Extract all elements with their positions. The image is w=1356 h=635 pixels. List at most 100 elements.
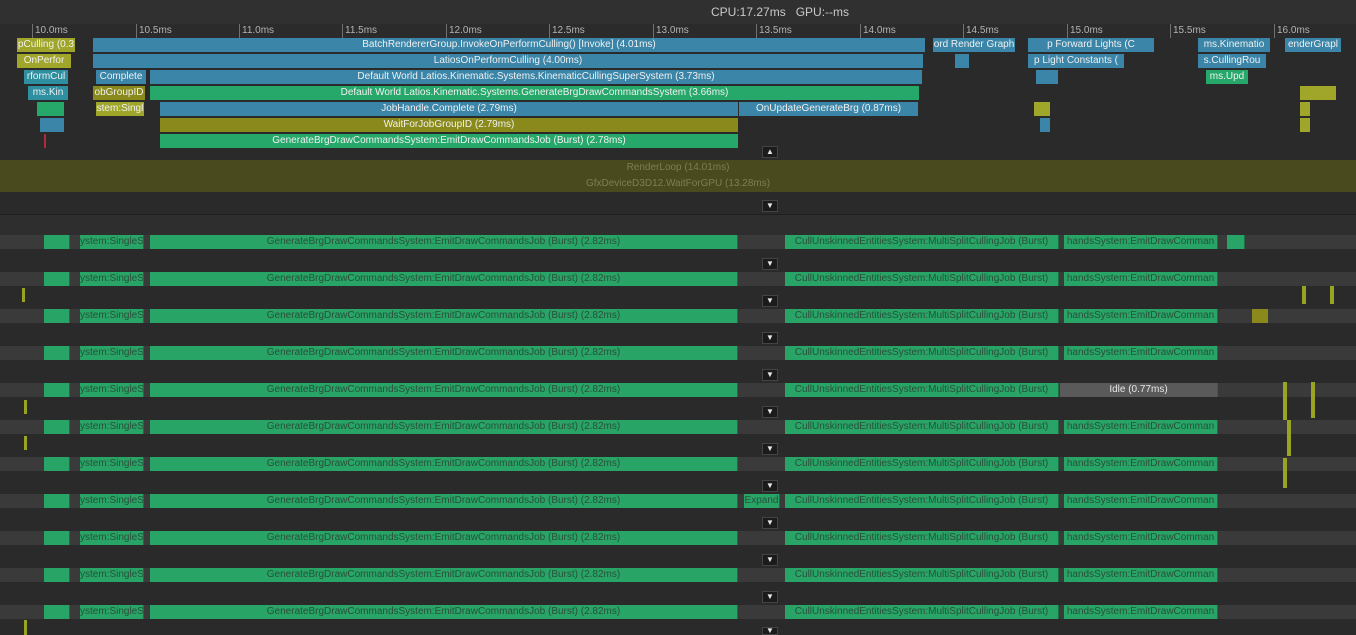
expand-arrow-icon[interactable]: ▼ [762,554,778,566]
job-bar[interactable]: GenerateBrgDrawCommandsSystem:EmitDrawCo… [150,531,738,545]
marker-bar[interactable] [1300,102,1310,116]
job-bar[interactable]: GenerateBrgDrawCommandsSystem:EmitDrawCo… [150,420,738,434]
job-bar[interactable] [44,272,70,286]
job-bar[interactable]: Expand [744,494,780,508]
marker-bar[interactable]: rformCul [24,70,68,84]
job-bar[interactable]: handsSystem:EmitDrawComman [1064,420,1218,434]
job-bar[interactable]: ystem:SingleS [80,420,144,434]
marker-bar[interactable]: GenerateBrgDrawCommandsSystem:EmitDrawCo… [160,134,738,148]
marker-bar[interactable] [44,134,46,148]
job-bar[interactable]: CullUnskinnedEntitiesSystem:MultiSplitCu… [785,531,1059,545]
gfx-wait-bar[interactable]: GfxDeviceD3D12.WaitForGPU (13.28ms) [0,176,1356,192]
marker-bar[interactable]: LatiosOnPerformCulling (4.00ms) [93,54,923,68]
job-bar[interactable]: GenerateBrgDrawCommandsSystem:EmitDrawCo… [150,309,738,323]
expand-arrow-icon[interactable]: ▼ [762,200,778,212]
marker-bar[interactable] [1330,286,1334,304]
marker-bar[interactable] [1252,309,1268,323]
job-bar[interactable]: GenerateBrgDrawCommandsSystem:EmitDrawCo… [150,605,738,619]
main-thread-track[interactable]: pCulling (0.3 BatchRendererGroup.InvokeO… [0,38,1356,158]
marker-bar[interactable] [1302,286,1306,304]
job-bar[interactable]: CullUnskinnedEntitiesSystem:MultiSplitCu… [785,605,1059,619]
marker-bar[interactable]: Default World Latios.Kinematic.Systems.G… [150,86,919,100]
job-bar[interactable]: handsSystem:EmitDrawComman [1064,494,1218,508]
marker-bar[interactable]: pCulling (0.3 [17,38,75,52]
job-bar[interactable]: GenerateBrgDrawCommandsSystem:EmitDrawCo… [150,494,738,508]
marker-bar[interactable] [955,54,969,68]
expand-arrow-icon[interactable]: ▼ [762,332,778,344]
job-bar[interactable]: CullUnskinnedEntitiesSystem:MultiSplitCu… [785,494,1059,508]
expand-arrow-icon[interactable]: ▼ [762,258,778,270]
job-bar[interactable] [44,346,70,360]
expand-arrow-icon[interactable]: ▼ [762,369,778,381]
job-bar[interactable] [44,568,70,582]
marker-bar[interactable]: s.CullingRou [1198,54,1266,68]
job-bar[interactable]: handsSystem:EmitDrawComman [1064,346,1218,360]
job-bar[interactable] [44,383,70,397]
expand-arrow-icon[interactable]: ▼ [762,443,778,455]
worker-row[interactable]: ystem:SingleS GenerateBrgDrawCommandsSys… [0,494,1356,508]
job-bar[interactable] [44,605,70,619]
worker-row[interactable]: ystem:SingleS GenerateBrgDrawCommandsSys… [0,420,1356,434]
marker-bar[interactable] [1300,86,1336,100]
job-bar[interactable]: handsSystem:EmitDrawComman [1064,605,1218,619]
marker-bar[interactable]: Default World Latios.Kinematic.Systems.K… [150,70,922,84]
marker-bar[interactable]: obGroupID [93,86,145,100]
marker-bar[interactable]: JobHandle.Complete (2.79ms) [160,102,738,116]
marker-bar[interactable]: BatchRendererGroup.InvokeOnPerformCullin… [93,38,925,52]
job-bar[interactable]: CullUnskinnedEntitiesSystem:MultiSplitCu… [785,272,1059,286]
marker-bar[interactable]: OnUpdateGenerateBrg (0.87ms) [739,102,918,116]
marker-bar[interactable]: OnPerfor [17,54,71,68]
marker-bar[interactable] [22,288,25,302]
marker-bar[interactable]: ms.Kinematio [1198,38,1270,52]
marker-bar[interactable] [24,436,27,450]
time-ruler[interactable]: 10.0ms 10.5ms 11.0ms 11.5ms 12.0ms 12.5m… [0,24,1356,39]
job-bar[interactable]: GenerateBrgDrawCommandsSystem:EmitDrawCo… [150,272,738,286]
job-bar[interactable]: GenerateBrgDrawCommandsSystem:EmitDrawCo… [150,235,738,249]
worker-row[interactable]: ystem:SingleS GenerateBrgDrawCommandsSys… [0,531,1356,545]
job-bar[interactable]: ystem:SingleS [80,272,144,286]
idle-bar[interactable]: Idle (0.77ms) [1060,383,1218,397]
marker-bar[interactable]: p Light Constants ( [1028,54,1124,68]
job-bar[interactable] [44,235,70,249]
marker-bar[interactable]: p Forward Lights (C [1028,38,1154,52]
collapse-arrow-icon[interactable]: ▲ [762,146,778,158]
marker-bar[interactable] [24,620,27,635]
marker-bar[interactable]: stem:Singl [96,102,144,116]
job-bar[interactable]: GenerateBrgDrawCommandsSystem:EmitDrawCo… [150,346,738,360]
job-bar[interactable] [44,494,70,508]
worker-row[interactable]: ystem:SingleS GenerateBrgDrawCommandsSys… [0,605,1356,619]
job-bar[interactable]: ystem:SingleS [80,346,144,360]
job-bar[interactable]: ystem:SingleS [80,235,144,249]
expand-arrow-icon[interactable]: ▼ [762,627,778,635]
worker-row[interactable]: ystem:SingleS GenerateBrgDrawCommandsSys… [0,383,1356,397]
job-bar[interactable]: ystem:SingleS [80,605,144,619]
marker-bar[interactable] [37,102,64,116]
job-bar[interactable]: CullUnskinnedEntitiesSystem:MultiSplitCu… [785,346,1059,360]
marker-bar[interactable] [1311,382,1315,418]
expand-arrow-icon[interactable]: ▼ [762,406,778,418]
job-bar[interactable] [1227,235,1245,249]
marker-bar[interactable] [24,400,27,414]
job-bar[interactable]: CullUnskinnedEntitiesSystem:MultiSplitCu… [785,309,1059,323]
marker-bar[interactable]: ord Render Graph [933,38,1015,52]
render-thread-track[interactable]: RenderLoop (14.01ms) GfxDeviceD3D12.Wait… [0,160,1356,192]
job-bar[interactable]: CullUnskinnedEntitiesSystem:MultiSplitCu… [785,383,1059,397]
marker-bar[interactable]: WaitForJobGroupID (2.79ms) [160,118,738,132]
marker-bar[interactable] [1034,102,1050,116]
marker-bar[interactable] [1300,118,1310,132]
job-bar[interactable]: ystem:SingleS [80,494,144,508]
expand-arrow-icon[interactable]: ▼ [762,295,778,307]
job-bar[interactable]: ystem:SingleS [80,568,144,582]
marker-bar[interactable] [40,118,64,132]
job-bar[interactable]: CullUnskinnedEntitiesSystem:MultiSplitCu… [785,457,1059,471]
worker-row[interactable]: ystem:SingleS GenerateBrgDrawCommandsSys… [0,346,1356,360]
job-bar[interactable]: handsSystem:EmitDrawComman [1064,568,1218,582]
worker-row[interactable]: ystem:SingleS GenerateBrgDrawCommandsSys… [0,272,1356,286]
job-bar[interactable]: handsSystem:EmitDrawComman [1064,235,1218,249]
job-bar[interactable] [44,420,70,434]
expand-arrow-icon[interactable]: ▼ [762,517,778,529]
job-bar[interactable]: handsSystem:EmitDrawComman [1064,531,1218,545]
expand-arrow-icon[interactable]: ▼ [762,591,778,603]
marker-bar[interactable] [1283,458,1287,488]
job-bar[interactable]: GenerateBrgDrawCommandsSystem:EmitDrawCo… [150,568,738,582]
